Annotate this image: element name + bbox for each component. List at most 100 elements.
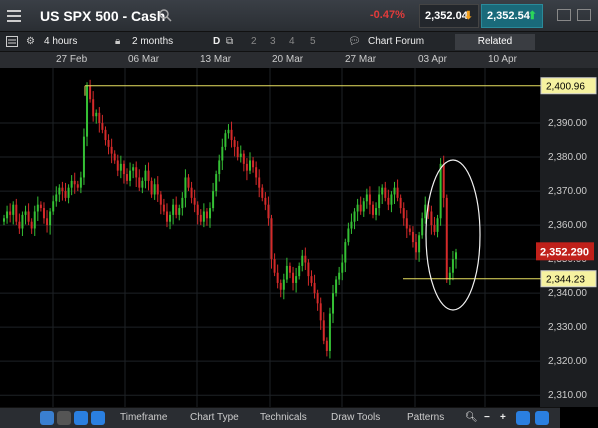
candle-body bbox=[424, 204, 427, 219]
refresh-icon[interactable] bbox=[40, 411, 54, 425]
mode-button[interactable]: D bbox=[213, 36, 220, 47]
candle-body bbox=[273, 259, 276, 273]
candle-body bbox=[58, 187, 61, 195]
high-level-label: 2,400.96 bbox=[546, 82, 585, 93]
candle-body bbox=[261, 187, 264, 198]
date-axis: 27 Feb 06 Mar 13 Mar 20 Mar 27 Mar 03 Ap… bbox=[0, 52, 598, 68]
chat-icon[interactable]: 💬︎ bbox=[348, 36, 361, 47]
candle-body bbox=[107, 140, 110, 147]
candle-body bbox=[202, 211, 205, 222]
candle-body bbox=[279, 282, 282, 290]
price-chart[interactable]: 2,390.002,380.002,370.002,360.002,350.00… bbox=[0, 68, 598, 407]
zoom-search-icon[interactable]: 🔍︎ bbox=[465, 412, 478, 423]
candle-body bbox=[64, 191, 67, 198]
buy-price: 2,352.54 bbox=[487, 10, 530, 22]
zoom-in-icon[interactable]: + bbox=[500, 412, 506, 423]
candle-body bbox=[49, 211, 52, 226]
candle-body bbox=[442, 163, 445, 198]
candle-body bbox=[12, 204, 15, 215]
candle-body bbox=[15, 204, 18, 222]
layout-4-button[interactable]: 4 bbox=[289, 36, 295, 47]
candle-body bbox=[227, 129, 230, 134]
related-button[interactable]: Related bbox=[455, 34, 535, 50]
candle-body bbox=[298, 265, 301, 277]
candle-body bbox=[436, 218, 439, 232]
candle-body bbox=[396, 187, 399, 198]
candle-body bbox=[282, 279, 285, 290]
range-select[interactable]: 2 months bbox=[132, 36, 173, 47]
lock-icon[interactable]: 🔒︎ bbox=[115, 36, 120, 47]
candle-body bbox=[304, 255, 307, 263]
candle-body bbox=[433, 225, 436, 232]
candle-body bbox=[415, 242, 418, 253]
candle-body bbox=[193, 197, 196, 205]
candle-body bbox=[215, 174, 218, 192]
price-tick-label: 2,360.00 bbox=[548, 220, 587, 231]
zoom-out-icon[interactable]: − bbox=[484, 412, 490, 423]
new-window-icon[interactable]: ⧉ bbox=[226, 36, 233, 47]
candle-body bbox=[252, 160, 255, 168]
candle-body bbox=[301, 255, 304, 266]
candle-body bbox=[165, 211, 168, 222]
candle-body bbox=[144, 170, 147, 181]
price-tick-label: 2,320.00 bbox=[548, 356, 587, 367]
maximize-icon[interactable] bbox=[577, 9, 591, 21]
technicals-button[interactable]: Technicals bbox=[260, 412, 307, 423]
candle-body bbox=[162, 204, 165, 212]
candle-body bbox=[129, 170, 132, 181]
chart-type-button[interactable]: Chart Type bbox=[190, 412, 239, 423]
buy-price-button[interactable]: 2,352.54 ⬆ bbox=[481, 4, 543, 28]
block-icon[interactable] bbox=[57, 411, 71, 425]
candle-body bbox=[439, 163, 442, 219]
candle-body bbox=[295, 276, 298, 283]
candle-body bbox=[116, 160, 119, 171]
layout-3-button[interactable]: 3 bbox=[270, 36, 276, 47]
menu-icon[interactable] bbox=[4, 6, 24, 26]
search-icon[interactable] bbox=[158, 8, 172, 22]
chart-forum-button[interactable]: Chart Forum bbox=[368, 36, 424, 47]
price-tick-label: 2,390.00 bbox=[548, 118, 587, 129]
candle-body bbox=[3, 218, 5, 222]
timeframe-button[interactable]: Timeframe bbox=[120, 412, 167, 423]
candle-body bbox=[61, 187, 64, 192]
candle-body bbox=[119, 163, 122, 171]
price-tick-label: 2,340.00 bbox=[548, 288, 587, 299]
candle-body bbox=[39, 204, 42, 209]
candle-body bbox=[156, 184, 159, 195]
candle-body bbox=[375, 208, 378, 215]
candle-body bbox=[335, 279, 338, 294]
sell-price: 2,352.04 bbox=[425, 10, 468, 22]
candle-body bbox=[101, 123, 104, 130]
candle-body bbox=[92, 99, 95, 117]
popout-icon[interactable] bbox=[557, 9, 571, 21]
candle-body bbox=[184, 177, 187, 198]
crosshair-icon[interactable] bbox=[516, 411, 530, 425]
layout-5-button[interactable]: 5 bbox=[310, 36, 316, 47]
candle-body bbox=[245, 163, 248, 171]
price-tick-label: 2,370.00 bbox=[548, 186, 587, 197]
sell-price-button[interactable]: 2,352.04 ⬇ bbox=[419, 4, 479, 28]
layout-icon[interactable] bbox=[6, 36, 18, 47]
candle-body bbox=[445, 197, 448, 280]
candle-body bbox=[313, 282, 316, 294]
candle-body bbox=[368, 194, 371, 205]
camera-icon[interactable] bbox=[91, 411, 105, 425]
interval-select[interactable]: 4 hours bbox=[44, 36, 77, 47]
candle-body bbox=[67, 187, 70, 198]
chart-toolbar: ⚙ 4 hours 🔒︎ 2 months D ⧉ 2 3 4 5 💬︎ Cha… bbox=[0, 32, 598, 52]
settings-icon[interactable] bbox=[535, 411, 549, 425]
candle-body bbox=[27, 211, 30, 222]
candle-body bbox=[221, 146, 224, 161]
candle-body bbox=[236, 146, 239, 158]
candle-body bbox=[187, 177, 190, 188]
layout-2-button[interactable]: 2 bbox=[251, 36, 257, 47]
candle-body bbox=[18, 221, 21, 229]
draw-tools-button[interactable]: Draw Tools bbox=[331, 412, 380, 423]
candle-body bbox=[89, 85, 92, 100]
patterns-button[interactable]: Patterns bbox=[407, 412, 444, 423]
candle-body bbox=[276, 272, 279, 283]
candle-body bbox=[310, 276, 313, 283]
gear-icon[interactable]: ⚙ bbox=[26, 36, 35, 47]
pencil-icon[interactable] bbox=[74, 411, 88, 425]
candle-body bbox=[362, 201, 365, 212]
